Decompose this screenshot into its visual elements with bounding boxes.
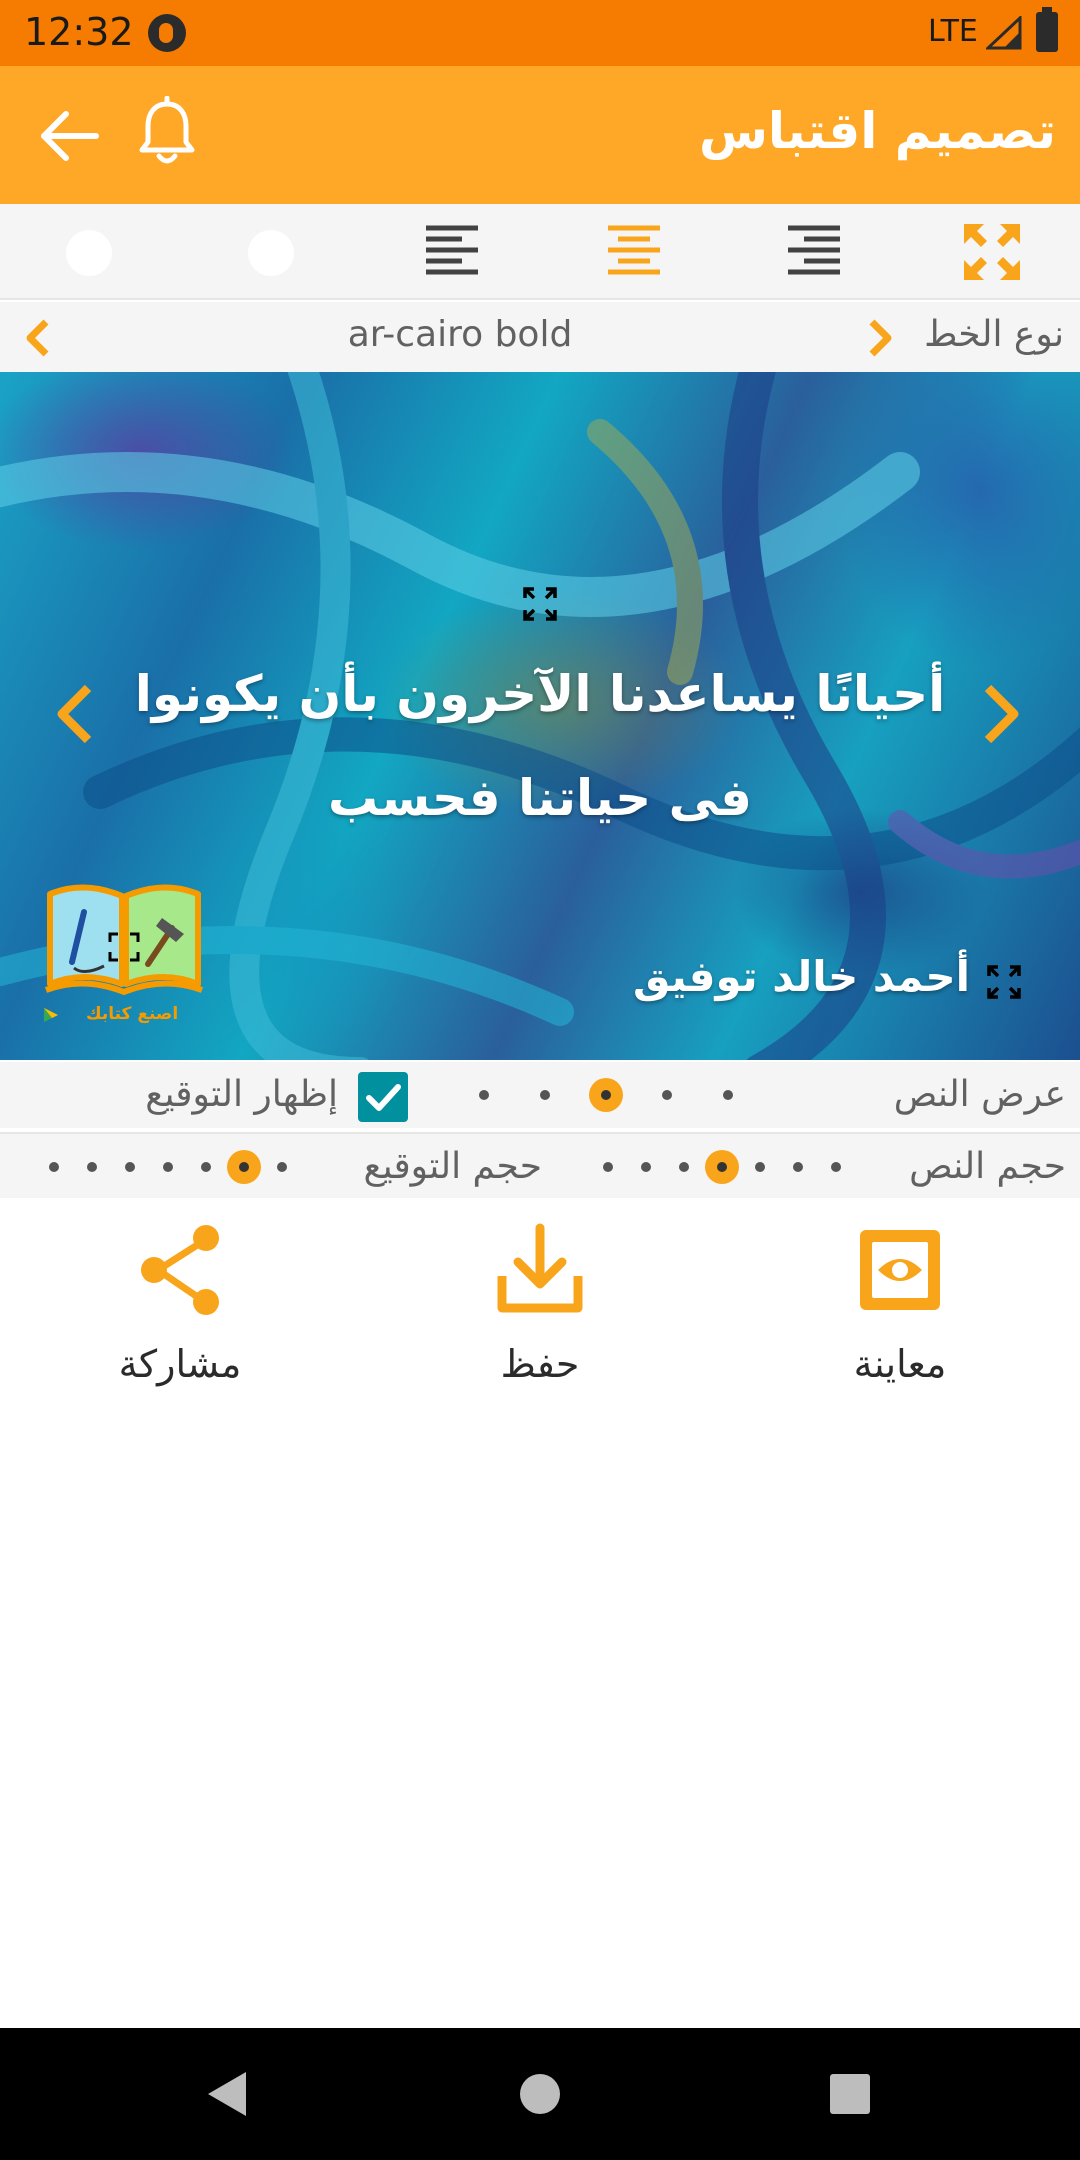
- nav-back-icon[interactable]: [200, 2066, 256, 2122]
- share-label: مشاركة: [118, 1342, 242, 1386]
- text-size-row: حجم النص حجم التوقيع: [0, 1132, 1080, 1198]
- selector-dot[interactable]: [793, 1162, 803, 1172]
- font-type-label: نوع الخط: [924, 314, 1064, 355]
- quote-line: فى حياتنا فحسب: [328, 769, 752, 827]
- selector-dot[interactable]: [831, 1162, 841, 1172]
- app-notification-icon: [148, 14, 186, 52]
- selector-dot-selected[interactable]: [589, 1078, 623, 1112]
- show-signature-checkbox[interactable]: [358, 1072, 408, 1122]
- selector-dot[interactable]: [277, 1162, 287, 1172]
- nav-recents-icon[interactable]: [822, 2066, 878, 2122]
- text-size-label: حجم النص: [909, 1146, 1066, 1187]
- back-arrow-icon[interactable]: [36, 104, 106, 168]
- battery-icon: [1036, 7, 1058, 52]
- resize-handle-icon[interactable]: [522, 586, 558, 622]
- network-type: LTE: [928, 14, 978, 49]
- selector-dot-selected[interactable]: [705, 1150, 739, 1184]
- chevron-left-icon[interactable]: [52, 682, 96, 746]
- share-icon: [141, 1225, 219, 1315]
- share-button[interactable]: مشاركة: [60, 1220, 300, 1400]
- chevron-right-icon[interactable]: [980, 682, 1024, 746]
- download-icon: [497, 1223, 583, 1313]
- selector-dot[interactable]: [679, 1162, 689, 1172]
- preview-label: معاينة: [853, 1342, 947, 1386]
- bell-icon[interactable]: [134, 96, 200, 168]
- page-title: تصميم اقتباس: [698, 102, 1056, 160]
- selector-dot-selected[interactable]: [227, 1150, 261, 1184]
- nav-home-icon[interactable]: [512, 2066, 568, 2122]
- align-center-icon[interactable]: [604, 222, 664, 282]
- selector-dot[interactable]: [723, 1090, 733, 1100]
- selector-dot[interactable]: [603, 1162, 613, 1172]
- quote-line: أحيانًا يساعدنا الآخرون بأن يكونوا: [134, 665, 946, 723]
- app-bar: تصميم اقتباس: [0, 66, 1080, 204]
- align-left-icon[interactable]: [422, 222, 482, 282]
- chevron-right-icon[interactable]: [866, 318, 896, 358]
- book-logo-icon[interactable]: [44, 872, 204, 1022]
- selector-dot[interactable]: [641, 1162, 651, 1172]
- show-signature-label: إظهار التوقيع: [145, 1074, 338, 1115]
- expand-icon[interactable]: [962, 222, 1022, 282]
- color-swatch-button[interactable]: [248, 230, 294, 276]
- selector-dot[interactable]: [163, 1162, 173, 1172]
- selector-dot[interactable]: [479, 1090, 489, 1100]
- align-right-icon[interactable]: [784, 222, 844, 282]
- system-nav-bar: [0, 2028, 1080, 2160]
- save-label: حفظ: [500, 1342, 580, 1386]
- selector-dot[interactable]: [125, 1162, 135, 1172]
- preview-button[interactable]: معاينة: [780, 1220, 1020, 1400]
- selector-dot[interactable]: [755, 1162, 765, 1172]
- status-time: 12:32: [24, 10, 134, 54]
- save-button[interactable]: حفظ: [420, 1220, 660, 1400]
- selector-dot[interactable]: [87, 1162, 97, 1172]
- status-bar: 12:32 LTE: [0, 0, 1080, 66]
- color-swatch-button[interactable]: [66, 230, 112, 276]
- signature-size-label: حجم التوقيع: [363, 1146, 542, 1187]
- selector-dot[interactable]: [540, 1090, 550, 1100]
- alignment-toolbar: [0, 204, 1080, 300]
- quote-text[interactable]: أحيانًا يساعدنا الآخرون بأن يكونوا فى حي…: [120, 642, 960, 850]
- selector-dot[interactable]: [662, 1090, 672, 1100]
- font-selector-row: ar-cairo bold نوع الخط: [0, 302, 1080, 372]
- text-width-row: عرض النص إظهار التوقيع: [0, 1062, 1080, 1128]
- selector-dot[interactable]: [201, 1162, 211, 1172]
- signal-icon: [986, 16, 1022, 50]
- quote-canvas[interactable]: أحيانًا يساعدنا الآخرون بأن يكونوا فى حي…: [0, 372, 1080, 1060]
- check-icon: [366, 1084, 401, 1111]
- eye-icon: [860, 1230, 940, 1310]
- author-signature[interactable]: أحمد خالد توفيق: [633, 952, 970, 1001]
- logo-caption: اصنع كتابك: [86, 1004, 179, 1024]
- resize-handle-icon[interactable]: [986, 964, 1022, 1000]
- selector-dot[interactable]: [49, 1162, 59, 1172]
- font-name: ar-cairo bold: [347, 314, 573, 355]
- text-width-label: عرض النص: [893, 1074, 1066, 1115]
